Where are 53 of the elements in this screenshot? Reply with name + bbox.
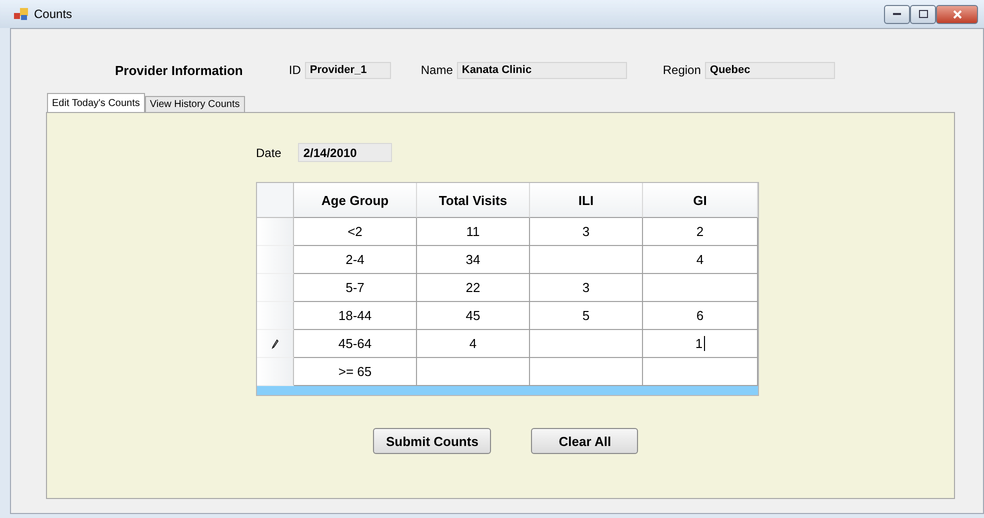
minimize-icon	[893, 12, 901, 16]
date-field[interactable]: 2/14/2010	[298, 143, 392, 162]
table-cell[interactable]: 4	[417, 330, 530, 358]
pencil-icon	[271, 338, 279, 348]
row-header[interactable]	[257, 302, 294, 330]
row-header[interactable]	[257, 218, 294, 246]
table-cell[interactable]: 5	[530, 302, 643, 330]
table-cell[interactable]: 18-44	[294, 302, 417, 330]
table-cell[interactable]: 2	[643, 218, 758, 246]
date-label: Date	[256, 146, 282, 160]
row-header[interactable]	[257, 274, 294, 302]
minimize-button[interactable]	[884, 4, 910, 24]
table-cell[interactable]: 4	[643, 246, 758, 274]
field-label: ID	[288, 63, 301, 77]
table-cell[interactable]: 34	[417, 246, 530, 274]
submit-button[interactable]: Submit Counts	[373, 428, 492, 454]
table-cell[interactable]	[530, 330, 643, 358]
table-cell[interactable]: 3	[530, 274, 643, 302]
tab[interactable]: View History Counts	[144, 96, 245, 112]
readonly-field: Provider_1	[304, 62, 391, 78]
field-label: Region	[662, 63, 701, 77]
column-header[interactable]: GI	[643, 183, 758, 218]
table-cell[interactable]	[530, 246, 643, 274]
table-cell[interactable]: 3	[530, 218, 643, 246]
maximize-button[interactable]	[910, 4, 936, 24]
row-header[interactable]	[257, 358, 294, 386]
column-header[interactable]: ILI	[530, 183, 643, 218]
table-cell[interactable]: 45-64	[294, 330, 417, 358]
table-cell[interactable]	[643, 274, 758, 302]
text-cursor	[704, 336, 705, 351]
table-cell[interactable]: 11	[417, 218, 530, 246]
readonly-field: Kanata Clinic	[456, 62, 627, 78]
table-cell[interactable]: 1	[643, 330, 758, 358]
section-heading: Provider Information	[115, 62, 243, 78]
readonly-field: Quebec	[704, 62, 835, 78]
column-header[interactable]: Total Visits	[417, 183, 530, 218]
close-button[interactable]	[936, 4, 978, 24]
window-title: Counts	[34, 7, 72, 21]
table-cell[interactable]: 45	[417, 302, 530, 330]
table-cell[interactable]: 2-4	[294, 246, 417, 274]
field-label: Name	[420, 63, 453, 77]
table-cell[interactable]: 22	[417, 274, 530, 302]
app-icon	[14, 8, 28, 20]
tab[interactable]: Edit Today's Counts	[47, 93, 145, 112]
close-icon	[952, 10, 962, 18]
table-cell[interactable]: <2	[294, 218, 417, 246]
column-header[interactable]: Age Group	[294, 183, 417, 218]
clear-button[interactable]: Clear All	[531, 428, 638, 454]
maximize-icon	[918, 10, 928, 18]
row-header[interactable]	[257, 246, 294, 274]
table-cell[interactable]: 6	[643, 302, 758, 330]
row-header[interactable]	[257, 330, 294, 358]
table-cell[interactable]: 5-7	[294, 274, 417, 302]
